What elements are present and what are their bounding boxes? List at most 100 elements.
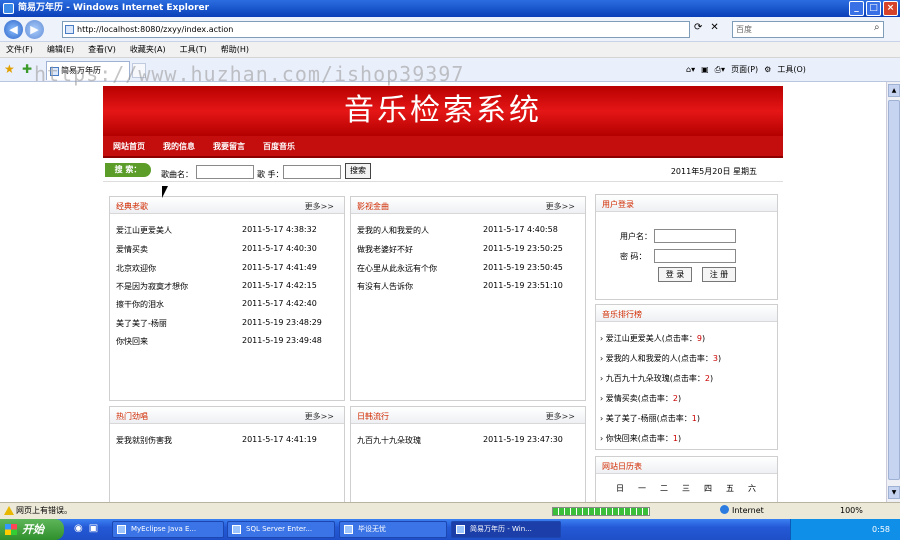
folder-icon <box>344 525 353 534</box>
nav-home[interactable]: 网站首页 <box>113 136 145 156</box>
progress-bar <box>552 507 650 516</box>
panel-calendar: 网站日历表 日 一 二 三 四 五 六 <box>595 456 778 502</box>
username-input[interactable] <box>654 229 736 243</box>
window-title: 简易万年历 - Windows Internet Explorer <box>18 3 210 13</box>
globe-icon <box>720 505 729 514</box>
scroll-down-icon[interactable]: ▼ <box>888 486 900 499</box>
scroll-thumb[interactable] <box>888 100 900 480</box>
list-item[interactable]: 在心里从此永远有个你 2011-5-19 23:50:45 <box>357 263 579 275</box>
window-titlebar: 简易万年历 - Windows Internet Explorer _ □ × <box>0 0 900 17</box>
list-item[interactable]: 不是因为寂寞才想你 2011-5-17 4:42:15 <box>116 281 338 293</box>
search-button[interactable]: 搜索 <box>345 163 371 179</box>
song-name-input[interactable] <box>196 165 254 179</box>
address-input[interactable]: http://localhost:8080/zxyy/index.action <box>62 21 690 38</box>
panel-hot: 热门劲唱 更多>> 爱我就别伤害我 2011-5-17 4:41:19 <box>109 406 345 502</box>
panel-korean: 日韩流行 更多>> 九百九十九朵玫瑰 2011-5-19 23:47:30 <box>350 406 586 502</box>
tools-menu[interactable]: 工具(O) <box>777 64 806 76</box>
list-item[interactable]: 做我老婆好不好 2011-5-19 23:50:25 <box>357 244 579 256</box>
warning-icon[interactable] <box>4 506 14 515</box>
home-icon[interactable]: ⌂▾ <box>686 64 695 76</box>
scroll-up-icon[interactable]: ▲ <box>888 84 900 97</box>
more-link[interactable]: 更多>> <box>305 201 334 212</box>
menu-favorites[interactable]: 收藏夹(A) <box>130 42 166 57</box>
menu-file[interactable]: 文件(F) <box>6 42 33 57</box>
windows-logo-icon <box>5 524 17 535</box>
singer-input[interactable] <box>283 165 341 179</box>
menu-help[interactable]: 帮助(H) <box>221 42 249 57</box>
weekday: 四 <box>704 484 712 493</box>
back-icon[interactable]: ◀ <box>4 20 23 39</box>
ranking-item[interactable]: › 美了美了-杨丽(点击率：1) <box>600 413 700 424</box>
taskbar-button-sqlserver[interactable]: SQL Server Enter... <box>227 521 335 538</box>
register-button[interactable]: 注 册 <box>702 267 736 282</box>
taskbar-button-myeclipse[interactable]: MyEclipse Java E... <box>112 521 224 538</box>
nav-my-info[interactable]: 我的信息 <box>163 136 195 156</box>
watermark: https://www.huzhan.com/ishop39397 <box>34 62 465 86</box>
weekday: 五 <box>726 484 734 493</box>
weekday: 二 <box>660 484 668 493</box>
list-item[interactable]: 有没有人告诉你 2011-5-19 23:51:10 <box>357 281 579 293</box>
mouse-cursor-icon <box>162 186 168 198</box>
list-item[interactable]: 爱我的人和我爱的人 2011-5-17 4:40:58 <box>357 225 579 237</box>
weekday: 六 <box>748 484 756 493</box>
app-icon <box>117 525 126 534</box>
feeds-icon[interactable]: ▣ <box>701 64 709 76</box>
close-button[interactable]: × <box>883 1 898 16</box>
list-item[interactable]: 北京欢迎你 2011-5-17 4:41:49 <box>116 263 338 275</box>
status-message[interactable]: 网页上有错误。 <box>16 503 72 519</box>
menu-tools[interactable]: 工具(T) <box>180 42 207 57</box>
minimize-button[interactable]: _ <box>849 1 864 16</box>
list-item[interactable]: 美了美了-杨丽 2011-5-19 23:48:29 <box>116 318 338 330</box>
forward-icon[interactable]: ▶ <box>25 20 44 39</box>
current-date: 2011年5月20日 星期五 <box>670 167 757 176</box>
vertical-scrollbar[interactable]: ▲ ▼ <box>886 82 900 502</box>
site-nav: 网站首页 我的信息 我要留言 百度音乐 <box>103 136 783 158</box>
panel-login: 用户登录 用户名： 密 码： 登 录 注 册 <box>595 194 778 300</box>
page-menu[interactable]: 页面(P) <box>731 64 758 76</box>
more-link[interactable]: 更多>> <box>546 201 575 212</box>
print-icon[interactable]: ⎙▾ <box>715 64 725 76</box>
refresh-stop-icons[interactable]: ⟳✕ <box>694 22 727 33</box>
maximize-button[interactable]: □ <box>866 1 881 16</box>
list-item[interactable]: 你快回来 2011-5-19 23:49:48 <box>116 336 338 348</box>
calendar-weekdays: 日 一 二 三 四 五 六 <box>616 483 756 494</box>
nav-message[interactable]: 我要留言 <box>213 136 245 156</box>
taskbar-button-ie[interactable]: 简易万年历 - Win... <box>451 521 561 538</box>
search-input[interactable]: 百度 <box>732 21 884 38</box>
search-icon[interactable]: ⌕ <box>874 22 880 33</box>
ranking-item[interactable]: › 爱情买卖(点击率：2) <box>600 393 681 404</box>
ranking-item[interactable]: › 你快回来(点击率：1) <box>600 433 681 444</box>
singer-label: 歌 手： <box>257 170 284 179</box>
list-item[interactable]: 爱江山更爱美人 2011-5-17 4:38:32 <box>116 225 338 237</box>
site-banner: 音乐检索系统 <box>103 86 783 136</box>
taskbar: 开始 ◉▣ MyEclipse Java E... SQL Server Ent… <box>0 519 900 540</box>
menu-edit[interactable]: 编辑(E) <box>47 42 74 57</box>
weekday: 日 <box>616 484 624 493</box>
ranking-item[interactable]: › 九百九十九朵玫瑰(点击率：2) <box>600 373 713 384</box>
tray-clock[interactable]: 0:58 <box>872 525 890 534</box>
tools-gear-icon[interactable]: ⚙ <box>764 64 771 76</box>
list-item[interactable]: 擦干你的泪水 2011-5-17 4:42:40 <box>116 299 338 311</box>
ranking-item[interactable]: › 爱我的人和我爱的人(点击率：3) <box>600 353 721 364</box>
zoom-level[interactable]: 100% <box>840 503 863 519</box>
panel-title: 经典老歌 <box>116 202 148 211</box>
login-button[interactable]: 登 录 <box>658 267 692 282</box>
menu-view[interactable]: 查看(V) <box>88 42 116 57</box>
page-icon <box>65 25 74 34</box>
list-item[interactable]: 爱我就别伤害我 2011-5-17 4:41:19 <box>116 435 338 447</box>
favorites-star-icon[interactable]: ★ <box>4 62 15 76</box>
taskbar-button-bishe[interactable]: 毕设无忧 <box>339 521 447 538</box>
add-favorite-icon[interactable]: ✚ <box>22 62 32 76</box>
start-button[interactable]: 开始 <box>0 519 64 540</box>
search-badge: 搜 索： <box>105 163 151 177</box>
list-item[interactable]: 爱情买卖 2011-5-17 4:40:30 <box>116 244 338 256</box>
ranking-item[interactable]: › 爱江山更爱美人(点击率：9) <box>600 333 705 344</box>
address-url: http://localhost:8080/zxyy/index.action <box>77 25 234 34</box>
list-item[interactable]: 九百九十九朵玫瑰 2011-5-19 23:47:30 <box>357 435 579 447</box>
more-link[interactable]: 更多>> <box>305 411 334 422</box>
quick-launch-icons[interactable]: ◉▣ <box>74 523 104 534</box>
nav-baidu-music[interactable]: 百度音乐 <box>263 136 295 156</box>
password-input[interactable] <box>654 249 736 263</box>
more-link[interactable]: 更多>> <box>546 411 575 422</box>
username-label: 用户名： <box>620 232 652 241</box>
